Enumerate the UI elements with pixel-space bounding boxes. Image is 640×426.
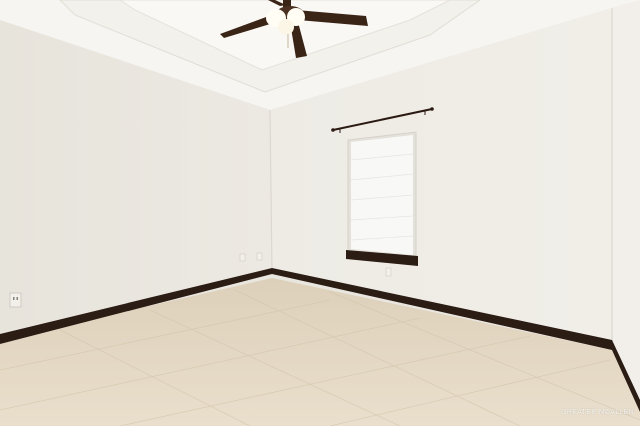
- outlet-icon: [256, 252, 263, 261]
- watermark-text: GREATER MCALLEN: [561, 409, 634, 416]
- outlet-icon: [239, 253, 246, 262]
- room-photo: GREATER MCALLEN: [0, 0, 640, 426]
- room-illustration: [0, 0, 640, 426]
- window-icon: [346, 131, 418, 266]
- outlet-icon: [9, 292, 22, 308]
- window-blind: [351, 135, 413, 255]
- right-wall: [612, 0, 640, 408]
- outlet-icon: [385, 267, 392, 277]
